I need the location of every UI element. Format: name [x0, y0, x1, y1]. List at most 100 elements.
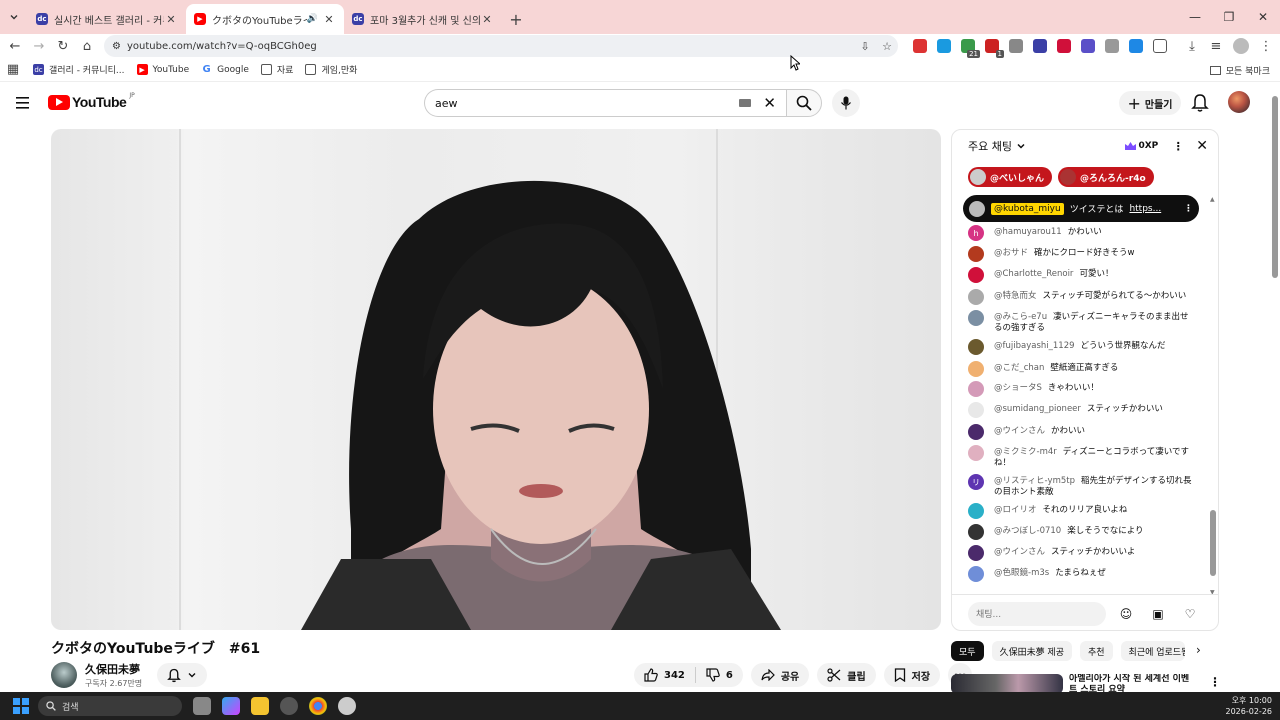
- chat-more-icon[interactable]: ⋮: [1170, 140, 1186, 153]
- like-button[interactable]: 342: [634, 667, 696, 683]
- extension-icon[interactable]: [1033, 39, 1047, 53]
- chat-author[interactable]: @hamuyarou11: [994, 227, 1062, 237]
- browser-tab-active[interactable]: ▶ クボタのYouTubeライブ 🔊 ✕: [186, 4, 344, 34]
- chat-message[interactable]: @こだ_chan 壁紙適正高すぎる: [968, 361, 1194, 377]
- video-player[interactable]: [51, 129, 941, 630]
- avatar[interactable]: [968, 524, 984, 540]
- avatar[interactable]: [968, 267, 984, 283]
- bookmark-item[interactable]: ▶ YouTube: [136, 64, 189, 75]
- install-app-icon[interactable]: ⇩: [854, 40, 876, 53]
- extension-icon[interactable]: [1129, 39, 1143, 53]
- all-bookmarks-button[interactable]: 모든 북마크: [1209, 58, 1270, 82]
- chat-message[interactable]: @ショータS きゃわいい！: [968, 381, 1194, 397]
- channel-name[interactable]: 久保田未夢: [85, 661, 142, 677]
- address-bar[interactable]: ⚙ youtube.com/watch?v=Q-oqBCGh0eg ⇩ ☆: [104, 35, 898, 57]
- avatar[interactable]: [968, 503, 984, 519]
- avatar[interactable]: [968, 246, 984, 262]
- avatar[interactable]: [968, 424, 984, 440]
- avatar[interactable]: [968, 566, 984, 582]
- file-explorer-icon[interactable]: [251, 697, 269, 715]
- forward-button[interactable]: →: [27, 34, 51, 58]
- apps-grid-icon[interactable]: ▦: [1, 58, 25, 82]
- close-tab-icon[interactable]: ✕: [480, 13, 494, 26]
- supporter-chip[interactable]: @ろんろん-r4o: [1058, 167, 1154, 187]
- browser-tab[interactable]: dc 실시간 베스트 갤러리 - 커뮤니티 ✕: [28, 4, 186, 34]
- banner-more-icon[interactable]: ⋮: [1184, 204, 1193, 214]
- chat-message[interactable]: @みつぼし-0710 楽しそうでなにより: [968, 524, 1194, 540]
- pinned-message-banner[interactable]: @kubota_miyu ツイステとは https... ⋮: [963, 195, 1199, 222]
- avatar[interactable]: [968, 310, 984, 326]
- chevron-right-icon[interactable]: ›: [1196, 643, 1201, 657]
- scrollbar-thumb[interactable]: [1272, 96, 1278, 278]
- chat-mode-dropdown[interactable]: 주요 채팅: [968, 138, 1125, 154]
- chat-message[interactable]: @ミクミク-m4r ディズニーとコラボって凄いですね！: [968, 445, 1194, 469]
- supporter-chip[interactable]: @べいしゃん: [968, 167, 1053, 187]
- chat-author[interactable]: @sumidang_pioneer: [994, 404, 1081, 414]
- browser-tab[interactable]: dc 포마 3월추가 신캐 및 신의상 ✕: [344, 4, 502, 34]
- extension-icon[interactable]: [1057, 39, 1071, 53]
- chat-message[interactable]: @特急而女 スティッチ可愛がられてる〜かわいい: [968, 289, 1194, 305]
- avatar[interactable]: [968, 289, 984, 305]
- reload-button[interactable]: ↻: [51, 34, 75, 58]
- download-icon[interactable]: ⤓: [1180, 34, 1204, 58]
- audio-playing-icon[interactable]: 🔊: [307, 14, 318, 24]
- chrome-icon[interactable]: [309, 697, 327, 715]
- dislike-button[interactable]: 6: [696, 668, 743, 682]
- avatar[interactable]: リ: [968, 474, 984, 490]
- clear-search-icon[interactable]: ✕: [763, 94, 776, 112]
- restore-button[interactable]: ❐: [1212, 0, 1246, 34]
- chat-author[interactable]: @ミクミク-m4r: [994, 447, 1057, 457]
- avatar[interactable]: [968, 445, 984, 461]
- extension-icon[interactable]: [913, 39, 927, 53]
- chat-message[interactable]: @みこら-e7u 凄いディズニーキャラそのまま出せるの強すぎる: [968, 310, 1194, 334]
- extension-icon[interactable]: [937, 39, 951, 53]
- scroll-up-arrow-icon[interactable]: ▲: [1210, 196, 1215, 203]
- filter-chip[interactable]: 최근에 업로드됨: [1120, 641, 1185, 661]
- chat-message[interactable]: h @hamuyarou11 かわいい: [968, 225, 1194, 241]
- chat-author[interactable]: @fujibayashi_1129: [994, 341, 1075, 351]
- search-input[interactable]: aew ✕: [424, 89, 786, 117]
- site-info-icon[interactable]: ⚙: [112, 41, 121, 52]
- bookmark-star-icon[interactable]: ☆: [876, 40, 898, 53]
- chat-author[interactable]: @みこら-e7u: [994, 312, 1047, 322]
- youtube-logo[interactable]: YouTube JP: [48, 92, 135, 110]
- super-chat-icon[interactable]: ▣: [1146, 607, 1170, 621]
- chat-message[interactable]: リ @リスティヒ-ym5tp 稲先生がデザインする切れ長の目ホント素敵: [968, 474, 1194, 498]
- chat-author[interactable]: @ウインさん: [994, 426, 1045, 436]
- chat-author[interactable]: @Charlotte_Renoir: [994, 269, 1073, 279]
- video-thumbnail[interactable]: [951, 674, 1063, 694]
- subscription-notifications-button[interactable]: [157, 663, 207, 687]
- chat-message[interactable]: @ウインさん かわいい: [968, 424, 1194, 440]
- chat-author[interactable]: @リスティヒ-ym5tp: [994, 476, 1075, 486]
- chat-author[interactable]: @特急而女: [994, 291, 1037, 301]
- extension-icon[interactable]: [1105, 39, 1119, 53]
- channel-points[interactable]: 0XP: [1125, 141, 1158, 151]
- avatar[interactable]: h: [968, 225, 984, 241]
- voice-search-button[interactable]: [832, 89, 860, 117]
- recommended-video[interactable]: 아멜리아가 시작 된 세계선 이벤트 스토리 요약 ⋮: [951, 674, 1221, 694]
- recommended-title[interactable]: 아멜리아가 시작 된 세계선 이벤트 스토리 요약: [1069, 674, 1197, 694]
- bookmark-folder[interactable]: 게임,만화: [305, 63, 357, 76]
- windows-start-icon[interactable]: [13, 698, 29, 714]
- filter-chip[interactable]: 추천: [1079, 641, 1113, 661]
- app-icon[interactable]: [338, 697, 356, 715]
- filter-chip[interactable]: 모두: [951, 641, 984, 661]
- extension-icon[interactable]: 21: [961, 39, 980, 58]
- heart-icon[interactable]: ♡: [1178, 607, 1202, 621]
- account-avatar[interactable]: [1228, 91, 1250, 113]
- media-control-icon[interactable]: ≡: [1204, 34, 1228, 58]
- extension-icon[interactable]: [1081, 39, 1095, 53]
- extensions-puzzle-icon[interactable]: [1153, 39, 1167, 53]
- home-button[interactable]: ⌂: [75, 34, 99, 58]
- close-tab-icon[interactable]: ✕: [322, 13, 336, 26]
- search-button[interactable]: [786, 89, 822, 117]
- clip-button[interactable]: 클립: [817, 663, 876, 687]
- avatar[interactable]: [968, 381, 984, 397]
- chat-author[interactable]: @みつぼし-0710: [994, 526, 1061, 536]
- keyboard-icon[interactable]: [739, 99, 752, 107]
- profile-avatar-icon[interactable]: [1233, 38, 1249, 54]
- chat-author[interactable]: @こだ_chan: [994, 363, 1044, 373]
- banner-link[interactable]: https...: [1129, 204, 1161, 214]
- channel-avatar[interactable]: [51, 662, 77, 688]
- avatar[interactable]: [968, 361, 984, 377]
